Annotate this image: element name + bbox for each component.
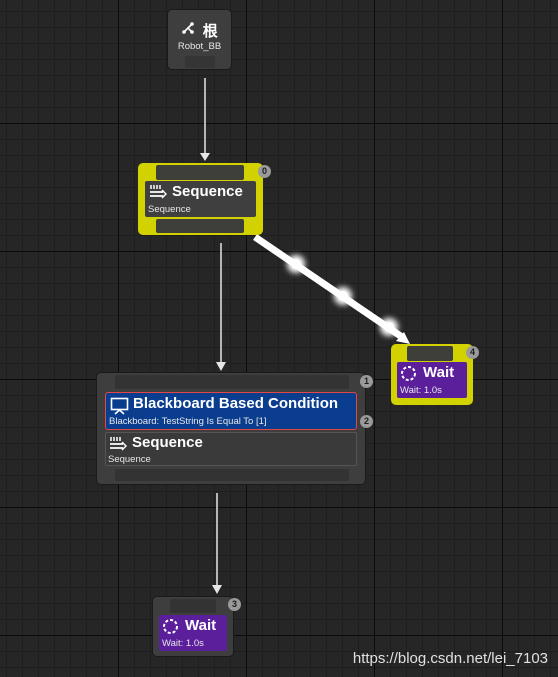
wait-right-input-pin[interactable] <box>407 346 453 361</box>
sequence-top-output-pin[interactable] <box>156 219 244 233</box>
sequence-top-index-badge: 0 <box>258 165 271 178</box>
wait-bottom-title: Wait <box>185 617 217 634</box>
sequence-node-top[interactable]: Sequence Sequence <box>138 163 263 235</box>
wait-node-right[interactable]: Wait Wait: 1.0s <box>391 344 473 405</box>
sequence-icon <box>149 184 168 204</box>
wait-bottom-subtitle: Wait: 1.0s <box>162 638 204 649</box>
wait-right-body: Wait Wait: 1.0s <box>397 362 467 398</box>
wait-icon <box>400 365 417 387</box>
wire-root-to-sequence <box>200 78 210 161</box>
decorator-blackboard-condition[interactable]: Blackboard Based Condition Blackboard: T… <box>105 392 357 430</box>
composite-sequence-title: Sequence <box>132 434 203 451</box>
sequence-top-subtitle: Sequence <box>148 204 191 215</box>
wait-icon <box>162 618 179 640</box>
root-title: 根 <box>202 23 218 40</box>
wait-bottom-body: Wait Wait: 1.0s <box>159 615 227 651</box>
root-subtitle: Robot_BB <box>177 41 222 52</box>
wire-sequence-to-wait-active <box>253 234 410 344</box>
watermark: https://blog.csdn.net/lei_7103 <box>352 650 548 667</box>
root-output-pin[interactable] <box>185 56 215 68</box>
sequence-top-input-pin[interactable] <box>156 165 244 180</box>
wait-bottom-index-badge: 3 <box>228 598 241 611</box>
connection-wires <box>200 78 410 594</box>
sequence-top-title: Sequence <box>172 183 243 200</box>
composite-output-pin[interactable] <box>115 469 349 481</box>
sequence-top-body: Sequence Sequence <box>145 181 256 217</box>
wait-bottom-input-pin[interactable] <box>170 599 216 613</box>
composite-sequence-subtitle: Sequence <box>108 454 151 465</box>
wire-sequence-to-composite <box>216 243 226 371</box>
root-branch-icon <box>181 21 195 40</box>
wait-right-index-badge: 4 <box>466 346 479 359</box>
sequence-icon <box>109 436 128 456</box>
decorator-index-badge: 2 <box>360 415 373 428</box>
decorator-subtitle: Blackboard: TestString Is Equal To [1] <box>109 416 267 427</box>
composite-input-pin[interactable] <box>115 375 349 389</box>
root-node[interactable]: 根 Robot_BB <box>167 9 232 70</box>
composite-index-badge: 1 <box>360 375 373 388</box>
wire-composite-to-wait <box>212 493 222 594</box>
wait-node-bottom[interactable]: Wait Wait: 1.0s <box>152 596 234 657</box>
decorator-title: Blackboard Based Condition <box>133 395 339 412</box>
composite-sequence-body: Sequence Sequence <box>105 432 357 466</box>
composite-sequence-node[interactable]: Blackboard Based Condition Blackboard: T… <box>96 372 366 485</box>
wait-right-subtitle: Wait: 1.0s <box>400 385 442 396</box>
wait-right-title: Wait <box>423 364 455 381</box>
